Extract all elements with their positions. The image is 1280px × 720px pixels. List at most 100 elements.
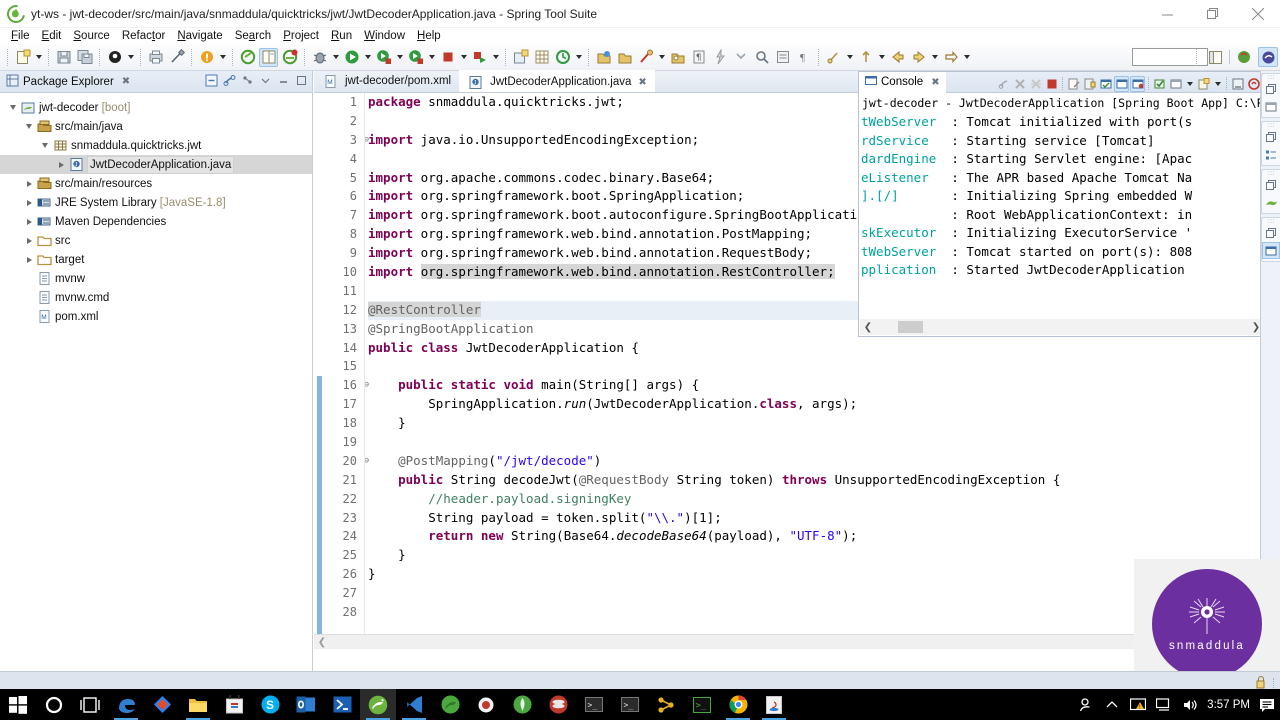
tree-item-jre-system-library[interactable]: JRE System Library [JavaSE-1.8] [0,193,312,212]
view-menu-icon[interactable] [240,73,255,88]
mysql-workbench-icon[interactable] [468,689,504,720]
chevron-right-icon[interactable] [22,212,36,231]
save-all-icon[interactable] [75,48,94,67]
menu-source[interactable]: Source [67,30,115,42]
forward-icon[interactable] [909,48,928,67]
spring-perspective-icon[interactable] [1258,47,1278,67]
debug-boot-icon[interactable] [280,48,299,67]
code-line[interactable]: String payload = token.split("\\.")[1]; [368,509,1280,528]
open-perspective-icon[interactable] [1205,47,1225,67]
next-annotation-icon[interactable] [731,48,750,67]
cmd-icon[interactable]: >_ [576,689,612,720]
microsoft-store-icon[interactable] [216,689,252,720]
code-line[interactable]: public String decodeJwt(@RequestBody Str… [368,471,1280,490]
boot-dashboard-icon[interactable] [197,48,216,67]
new-java-project-icon[interactable] [511,48,530,67]
run-as-dropdown-icon[interactable] [394,48,405,67]
taskbar-clock[interactable]: 3:57 PM [1207,699,1250,711]
console-tab[interactable]: Console ✖ [859,71,946,93]
coverage-dropdown-icon[interactable] [426,48,437,67]
new-console-view-icon[interactable] [1196,76,1211,92]
scroll-left-icon[interactable]: ❮ [860,322,876,333]
menu-window[interactable]: Window [358,30,411,42]
restore-icon[interactable] [276,73,291,88]
chevron-down-icon[interactable] [22,117,36,136]
close-icon[interactable]: ✖ [931,77,939,88]
word-wrap-icon[interactable] [1114,75,1129,92]
new-class-icon[interactable] [553,48,572,67]
open-console-dropdown-icon[interactable] [1184,74,1195,93]
scrollbar-thumb[interactable] [898,321,923,333]
postman-icon[interactable] [432,689,468,720]
task-view-icon[interactable] [72,689,108,720]
code-line[interactable] [368,357,1280,376]
show-console-on-output-icon[interactable] [1098,76,1113,92]
restore-icon[interactable] [1262,81,1280,98]
minimize-icon[interactable] [1230,76,1245,92]
close-icon[interactable]: ✖ [122,76,130,87]
chevron-down-icon[interactable] [6,98,20,117]
save-icon[interactable] [54,48,73,67]
open-task-list-icon[interactable] [773,48,792,67]
chevron-right-icon[interactable] [22,231,36,250]
show-hidden-icons-icon[interactable] [1103,694,1121,716]
pin-task-dropdown-icon[interactable] [656,48,667,67]
new-spring-starter-icon[interactable] [238,48,257,67]
run-icon[interactable] [342,48,361,67]
paragraph-mark-icon[interactable]: ¶ [794,48,813,67]
pin-console-icon[interactable] [1152,76,1167,92]
code-line[interactable]: @PostMapping("/jwt/decode") [368,452,1280,471]
outline-view-icon[interactable] [1262,146,1280,163]
editor-tab-inactive[interactable]: Mjwt-decoder/pom.xml [314,70,459,92]
open-console-icon[interactable] [1168,76,1183,92]
link-icon[interactable] [167,48,186,67]
tree-item-src-main-java[interactable]: src/main/java [0,117,312,136]
robo3t-icon[interactable] [504,689,540,720]
console-view-icon[interactable] [1262,242,1280,259]
new-package-icon[interactable] [532,48,551,67]
external-tools-icon[interactable] [470,48,489,67]
menu-refactor[interactable]: Refactor [116,30,171,42]
microsoft-edge-icon[interactable] [108,689,144,720]
run-dropdown-icon[interactable] [362,48,373,67]
code-line[interactable]: //header.payload.signingKey [368,490,1280,509]
chevron-right-icon[interactable] [22,193,36,212]
tree-item-jwtdecoderapplication-java[interactable]: J JwtDecoderApplication.java [0,155,312,174]
sourcetree-icon[interactable] [144,689,180,720]
skype-icon[interactable]: S [252,689,288,720]
new-console-dropdown-icon[interactable] [1212,74,1223,93]
print-icon[interactable] [146,48,165,67]
chevron-right-icon[interactable] [22,174,36,193]
code-line[interactable] [368,433,1280,452]
remove-all-terminated-icon[interactable] [1028,76,1043,92]
code-line[interactable]: } [368,414,1280,433]
link-with-editor-icon[interactable] [222,73,237,88]
chevron-down-icon[interactable] [38,136,52,155]
open-type-icon[interactable] [259,47,278,67]
outlook-icon[interactable] [288,689,324,720]
tree-item-mvnw[interactable]: mvnw [0,269,312,288]
toggle-mark-occurrences-icon[interactable] [105,48,124,67]
maximize-icon[interactable] [1246,76,1261,92]
tree-item-pom-xml[interactable]: Mpom.xml [0,307,312,326]
visual-studio-code-icon[interactable] [396,689,432,720]
debug-icon[interactable] [310,48,329,67]
collapse-all-icon[interactable] [204,73,219,88]
cortana-search-icon[interactable] [36,689,72,720]
menu-edit[interactable]: Edit [36,30,68,42]
menu-file[interactable]: File [5,30,36,42]
new-class-dropdown-icon[interactable] [573,48,584,67]
boot-dashboard-view-icon[interactable] [1262,194,1280,211]
next-edit-dropdown-icon[interactable] [876,48,887,67]
terminal-icon[interactable]: >_ [684,689,720,720]
package-explorer-tab[interactable]: Package Explorer ✖ [0,71,312,93]
code-line[interactable]: SpringApplication.run(JwtDecoderApplicat… [368,395,1280,414]
action-center-icon[interactable] [1258,694,1276,716]
spring-tool-suite-icon[interactable] [360,689,396,720]
minimize-icon[interactable] [1145,0,1190,28]
terminate-icon[interactable] [996,76,1011,92]
code-line[interactable]: public static void main(String[] args) { [368,376,1280,395]
powershell-icon[interactable] [324,689,360,720]
code-line[interactable]: public class JwtDecoderApplication { [368,339,1280,358]
marker-bar[interactable] [314,93,326,649]
